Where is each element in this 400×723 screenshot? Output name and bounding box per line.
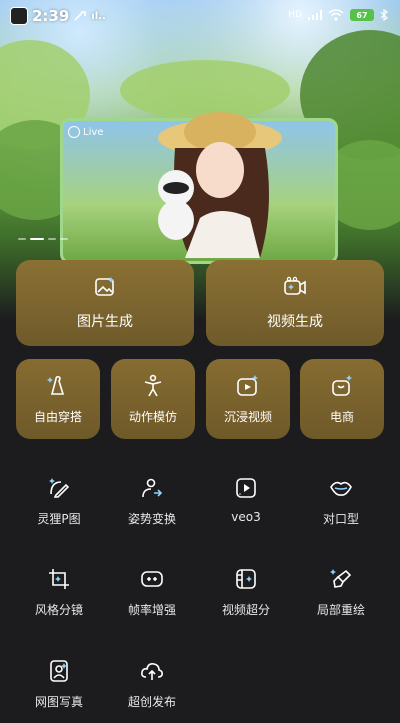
tool-label: 帧率增强 bbox=[127, 603, 176, 617]
tool-label: 局部重绘 bbox=[316, 603, 365, 617]
bag-sparkle-icon bbox=[332, 374, 352, 396]
tool-veo3[interactable]: veo3 bbox=[202, 476, 290, 540]
action-mimic-card[interactable]: 动作模仿 bbox=[111, 359, 195, 439]
carousel-indicator bbox=[18, 238, 68, 240]
tool-label: 姿势变换 bbox=[127, 512, 176, 526]
free-outfit-label: 自由穿搭 bbox=[33, 409, 82, 424]
ecommerce-card[interactable]: 电商 bbox=[300, 359, 384, 439]
tool-lip-sync[interactable]: 对口型 bbox=[297, 476, 385, 540]
action-mimic-label: 动作模仿 bbox=[128, 409, 177, 424]
tool-partial-repaint[interactable]: 局部重绘 bbox=[297, 567, 385, 631]
hanger-sparkle-icon bbox=[47, 375, 65, 395]
portrait-icon bbox=[50, 660, 68, 682]
live-label: Live bbox=[83, 126, 104, 138]
battery-indicator: 67 bbox=[350, 9, 374, 21]
portrait-illustration bbox=[158, 112, 282, 258]
tool-label: 灵狸P图 bbox=[37, 512, 81, 526]
edit-sparkle-icon bbox=[49, 478, 70, 498]
image-sparkle-icon bbox=[95, 277, 114, 296]
image-generation-label: 图片生成 bbox=[77, 314, 133, 330]
live-icon bbox=[68, 126, 80, 138]
tool-video-upscale[interactable]: 视频超分 bbox=[202, 567, 290, 631]
immersive-video-label: 沉浸视频 bbox=[223, 409, 272, 424]
person-pose-icon bbox=[144, 374, 162, 396]
tool-icon bbox=[74, 11, 87, 21]
tool-label: 风格分镜 bbox=[34, 603, 83, 617]
tool-label: 网图写真 bbox=[34, 695, 83, 709]
tool-lingli-p-image[interactable]: 灵狸P图 bbox=[15, 476, 103, 540]
play-sparkle-icon bbox=[237, 374, 258, 396]
app-notification-icon bbox=[10, 7, 28, 25]
crop-icon bbox=[49, 569, 69, 589]
video-generation-label: 视频生成 bbox=[267, 314, 323, 330]
tool-pose-transform[interactable]: 姿势变换 bbox=[108, 476, 196, 540]
tool-label: 超创发布 bbox=[127, 695, 176, 709]
live-badge: Live bbox=[68, 126, 103, 138]
wifi-icon bbox=[328, 9, 344, 21]
image-generation-card[interactable]: 图片生成 bbox=[16, 260, 194, 346]
status-bar: 2:39 ıl.. HD 67 bbox=[0, 0, 400, 34]
tool-frame-rate-boost[interactable]: 帧率增强 bbox=[108, 567, 196, 631]
tool-label: 视频超分 bbox=[221, 603, 270, 617]
play-square-icon bbox=[236, 478, 256, 498]
person-swap-icon bbox=[142, 478, 163, 498]
ecommerce-label: 电商 bbox=[329, 409, 354, 424]
tool-super-creation-publish[interactable]: 超创发布 bbox=[108, 659, 196, 723]
tool-style-storyboard[interactable]: 风格分镜 bbox=[15, 567, 103, 631]
lips-icon bbox=[330, 481, 352, 496]
video-sparkle-icon bbox=[284, 276, 306, 295]
cell-signal-icon bbox=[308, 10, 322, 20]
tool-label: 对口型 bbox=[322, 512, 359, 526]
immersive-video-card[interactable]: 沉浸视频 bbox=[206, 359, 290, 439]
frame-rate-icon bbox=[141, 571, 163, 587]
free-outfit-card[interactable]: 自由穿搭 bbox=[16, 359, 100, 439]
brush-icon bbox=[330, 569, 352, 588]
status-time: 2:39 bbox=[32, 7, 70, 25]
tool-label: veo3 bbox=[231, 510, 261, 524]
signal-label: HD bbox=[288, 10, 302, 20]
film-upscale-icon bbox=[236, 569, 256, 589]
cloud-upload-icon bbox=[141, 663, 163, 680]
video-generation-card[interactable]: 视频生成 bbox=[206, 260, 384, 346]
tool-web-portrait[interactable]: 网图写真 bbox=[15, 659, 103, 723]
bluetooth-icon bbox=[380, 9, 388, 21]
